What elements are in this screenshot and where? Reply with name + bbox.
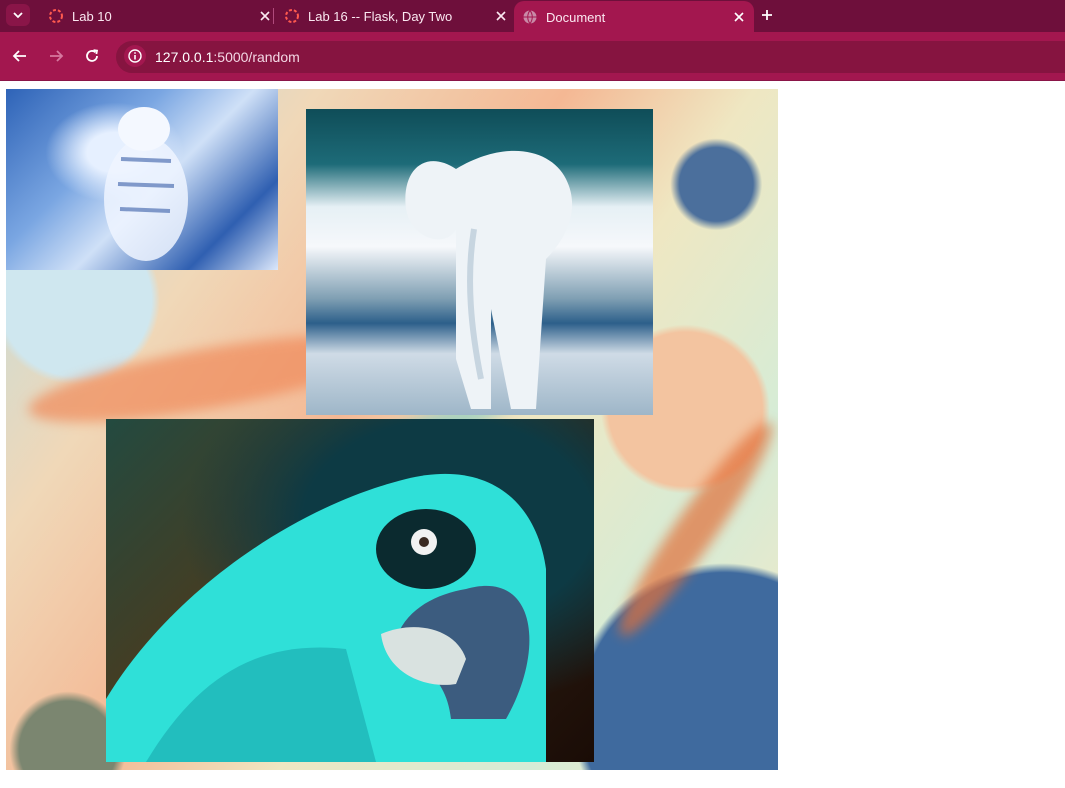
loading-ring-icon xyxy=(285,9,299,23)
tab-divider xyxy=(273,8,274,24)
tab-lab-10[interactable]: Lab 10 xyxy=(38,0,280,32)
info-icon xyxy=(128,49,142,63)
close-icon[interactable] xyxy=(492,7,510,25)
toolbar-divider xyxy=(0,80,1065,81)
tiger-image xyxy=(6,89,278,270)
reload-icon xyxy=(86,49,99,62)
back-button[interactable] xyxy=(8,44,32,68)
arrow-right-icon xyxy=(50,50,64,62)
url-path: :5000/random xyxy=(213,49,300,65)
tab-search-button[interactable] xyxy=(6,4,30,26)
plus-icon xyxy=(762,10,772,20)
tab-document[interactable]: Document xyxy=(514,1,754,33)
site-info-button[interactable] xyxy=(124,45,146,67)
tab-title: Lab 10 xyxy=(72,8,112,24)
chevron-down-icon xyxy=(13,12,23,19)
parrot-image xyxy=(106,419,594,762)
url-host: 127.0.0.1 xyxy=(155,49,214,65)
forward-button[interactable] xyxy=(44,44,68,68)
reload-button[interactable] xyxy=(80,44,104,68)
tab-title: Document xyxy=(546,9,606,25)
address-text[interactable]: 127.0.0.1:5000/random xyxy=(155,49,300,65)
tab-lab-16[interactable]: Lab 16 -- Flask, Day Two xyxy=(276,0,516,32)
close-icon[interactable] xyxy=(256,7,274,25)
globe-icon xyxy=(523,10,537,24)
new-tab-button[interactable] xyxy=(756,4,778,26)
loading-ring-icon xyxy=(49,9,63,23)
tab-title: Lab 16 -- Flask, Day Two xyxy=(308,8,453,24)
elephant-image xyxy=(306,109,653,415)
close-icon[interactable] xyxy=(730,8,748,26)
arrow-left-icon xyxy=(12,50,26,62)
